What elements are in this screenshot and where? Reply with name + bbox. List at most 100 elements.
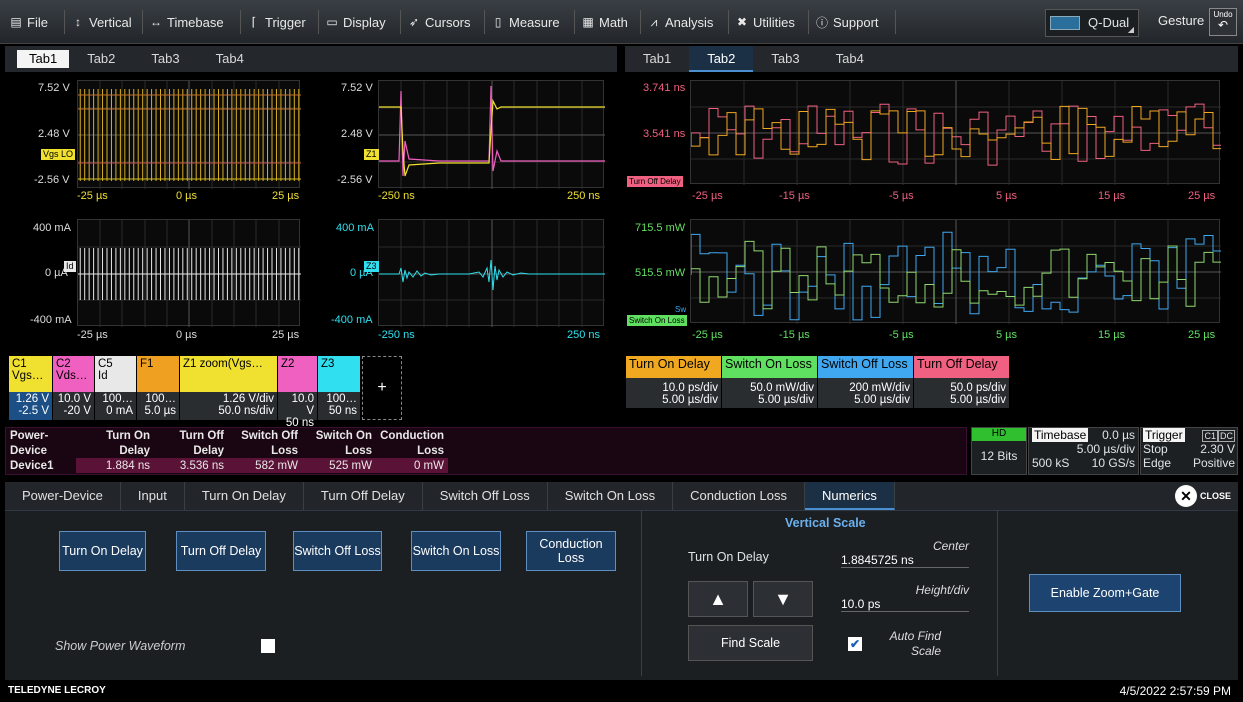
tab-left-2[interactable]: Tab2 [69,46,133,72]
layout-icon [1050,16,1080,30]
menu-utilities[interactable]: ✖ Utilities [736,13,795,31]
tab-switch-on-loss[interactable]: Switch On Loss [548,482,674,510]
switch-off-loss-button[interactable]: Switch Off Loss [293,531,382,571]
center-field[interactable]: Center 1.8845725 ns [841,539,969,568]
height-per-div-field[interactable]: Height/div 10.0 ps [841,583,969,612]
tab-right-4[interactable]: Tab4 [818,46,882,72]
tab-numerics[interactable]: Numerics [804,482,895,510]
math-f1-descriptor[interactable]: F1 100… 5.0 µs [137,356,179,420]
menu-trigger[interactable]: ⌈ Trigger [248,13,306,31]
show-power-waveform-checkbox[interactable] [261,639,275,653]
menu-analysis[interactable]: ⩘ Analysis [648,13,714,31]
turn-off-delay-chip: Turn Off Delay [627,176,683,187]
menu-measure[interactable]: ▯ Measure [492,13,560,31]
tab-right-3[interactable]: Tab3 [753,46,817,72]
switch-on-loss-button[interactable]: Switch On Loss [411,531,501,571]
tab-turn-off-delay[interactable]: Turn Off Delay [304,482,423,510]
scale-up-button[interactable]: ▲ [688,581,748,617]
x-label: 0 µs [176,329,198,341]
menu-vertical[interactable]: ↕ Vertical [72,13,132,31]
auto-find-scale-label: Auto Find Scale [889,629,941,658]
waveform-grid-id[interactable] [77,219,301,327]
turn-on-delay-button[interactable]: Turn On Delay [59,531,146,571]
gesture-label[interactable]: Gesture [1158,13,1204,28]
zoom-z1-descriptor[interactable]: Z1 zoom(Vgs… 1.26 V/div 50.0 ns/div [180,356,277,420]
menu-cursors[interactable]: ➶ Cursors [408,13,471,31]
y-label-top: 400 mA [336,222,374,234]
undo-icon: ↶ [1217,18,1229,32]
tab-left-1[interactable]: Tab1 [17,50,70,68]
scale-down-button[interactable]: ▼ [753,581,813,617]
channel-c5-descriptor[interactable]: C5 Id 100… 0 mA [95,356,136,420]
param-switch-on-loss-descriptor[interactable]: Switch On Loss 50.0 mW/div 5.00 µs/div [722,356,817,420]
zoom1-waveform [379,81,605,189]
x-tick-label: 15 µs [1098,329,1126,341]
auto-find-scale-checkbox[interactable]: ✔ [848,637,862,651]
acquisition-status[interactable]: HD 12 Bits [971,427,1027,475]
menu-separator [808,10,809,34]
x-tick-label: 25 µs [1188,329,1216,341]
conduction-loss-button[interactable]: Conduction Loss [526,531,616,571]
y-label-bottom: -400 mA [30,314,72,326]
y-label-bottom: -2.56 V [34,174,70,186]
date-time: 4/5/2022 2:57:59 PM [1119,684,1231,698]
timebase-status[interactable]: Timebase 0.0 µs 5.00 µs/div 500 kS 10 GS/s [1028,427,1139,475]
tab-input[interactable]: Input [121,482,185,510]
zoom-z3-descriptor[interactable]: Z3 100… 50 ns [318,356,360,420]
info-icon: ⓘ [816,15,829,30]
tab-right-1[interactable]: Tab1 [625,46,689,72]
param-turn-on-delay-descriptor[interactable]: Turn On Delay 10.0 ps/div 5.00 µs/div [626,356,721,420]
right-tabs: Tab1 Tab2 Tab3 Tab4 [625,46,882,72]
tools-icon: ✖ [736,15,748,29]
tab-conduction-loss[interactable]: Conduction Loss [673,482,805,510]
vgs-lo-chip: Vgs LO [41,149,76,160]
menu-file[interactable]: ▤ File [10,13,48,31]
waveform-grid-turn-off-delay[interactable] [690,80,1221,185]
tab-switch-off-loss[interactable]: Switch Off Loss [423,482,548,510]
menu-separator [574,10,575,34]
undo-button[interactable]: Undo ↶ [1209,8,1237,36]
menu-support[interactable]: ⓘ Support [816,13,879,31]
x-label: 250 ns [567,190,601,202]
waveform-grid-zoom1[interactable] [378,80,605,189]
y-label-mid: 2.48 V [341,128,373,140]
trigger-status[interactable]: Trigger C1 DC Stop 2.30 V Edge Positive [1140,427,1238,475]
power-device-table[interactable]: Power- Turn On Turn Off Switch Off Switch On… [5,427,967,475]
close-icon: ✕ [1175,485,1197,507]
layout-selector[interactable]: Q-Dual ◢ [1045,9,1139,37]
waveform-grid-zoom3[interactable] [378,219,605,327]
display-icon: ▭ [326,15,338,29]
hd-badge: HD [972,428,1026,441]
y-label-top: 400 mA [33,222,71,234]
enable-zoom-gate-button[interactable]: Enable Zoom+Gate [1029,574,1181,612]
add-trace-button[interactable]: + [362,356,402,420]
x-label: 25 µs [272,190,300,202]
channel-c2-descriptor[interactable]: C2 Vds… 10.0 V -20 V [53,356,94,420]
menu-display[interactable]: ▭ Display [326,13,385,31]
menu-timebase[interactable]: ↔ Timebase [150,13,224,31]
x-tick-label: 5 µs [996,190,1018,202]
x-label: 0 µs [176,190,198,202]
tab-left-3[interactable]: Tab3 [133,46,197,72]
waveform-grid-vgs[interactable] [77,80,301,189]
close-button[interactable]: ✕ CLOSE [1175,485,1231,507]
param-turn-off-delay-descriptor[interactable]: Turn Off Delay 50.0 ps/div 5.00 µs/div [914,356,1009,420]
param-switch-off-loss-descriptor[interactable]: Switch Off Loss 200 mW/div 5.00 µs/div [818,356,913,420]
footer: TELEDYNE LECROY 4/5/2022 2:57:59 PM [0,682,1243,702]
tab-left-4[interactable]: Tab4 [198,46,262,72]
menu-math[interactable]: ▦ Math [582,13,628,31]
zoom3-waveform [379,220,605,327]
tab-right-2[interactable]: Tab2 [689,46,754,72]
turn-off-delay-button[interactable]: Turn Off Delay [176,531,266,571]
x-label: -25 µs [77,329,108,341]
horizontal-arrows-icon: ↔ [150,15,162,29]
channel-c1-descriptor[interactable]: C1 Vgs… 1.26 V -2.5 V [9,356,52,420]
tab-turn-on-delay[interactable]: Turn On Delay [185,482,304,510]
x-tick-label: -15 µs [779,190,810,202]
x-tick-label: -5 µs [889,190,914,202]
zoom-z2-descriptor[interactable]: Z2 10.0 V 50 ns [278,356,317,429]
waveform-grid-switch-loss[interactable] [690,219,1221,324]
find-scale-button[interactable]: Find Scale [688,625,813,661]
switch-loss-trend [691,220,1221,324]
tab-power-device[interactable]: Power-Device [5,482,121,510]
